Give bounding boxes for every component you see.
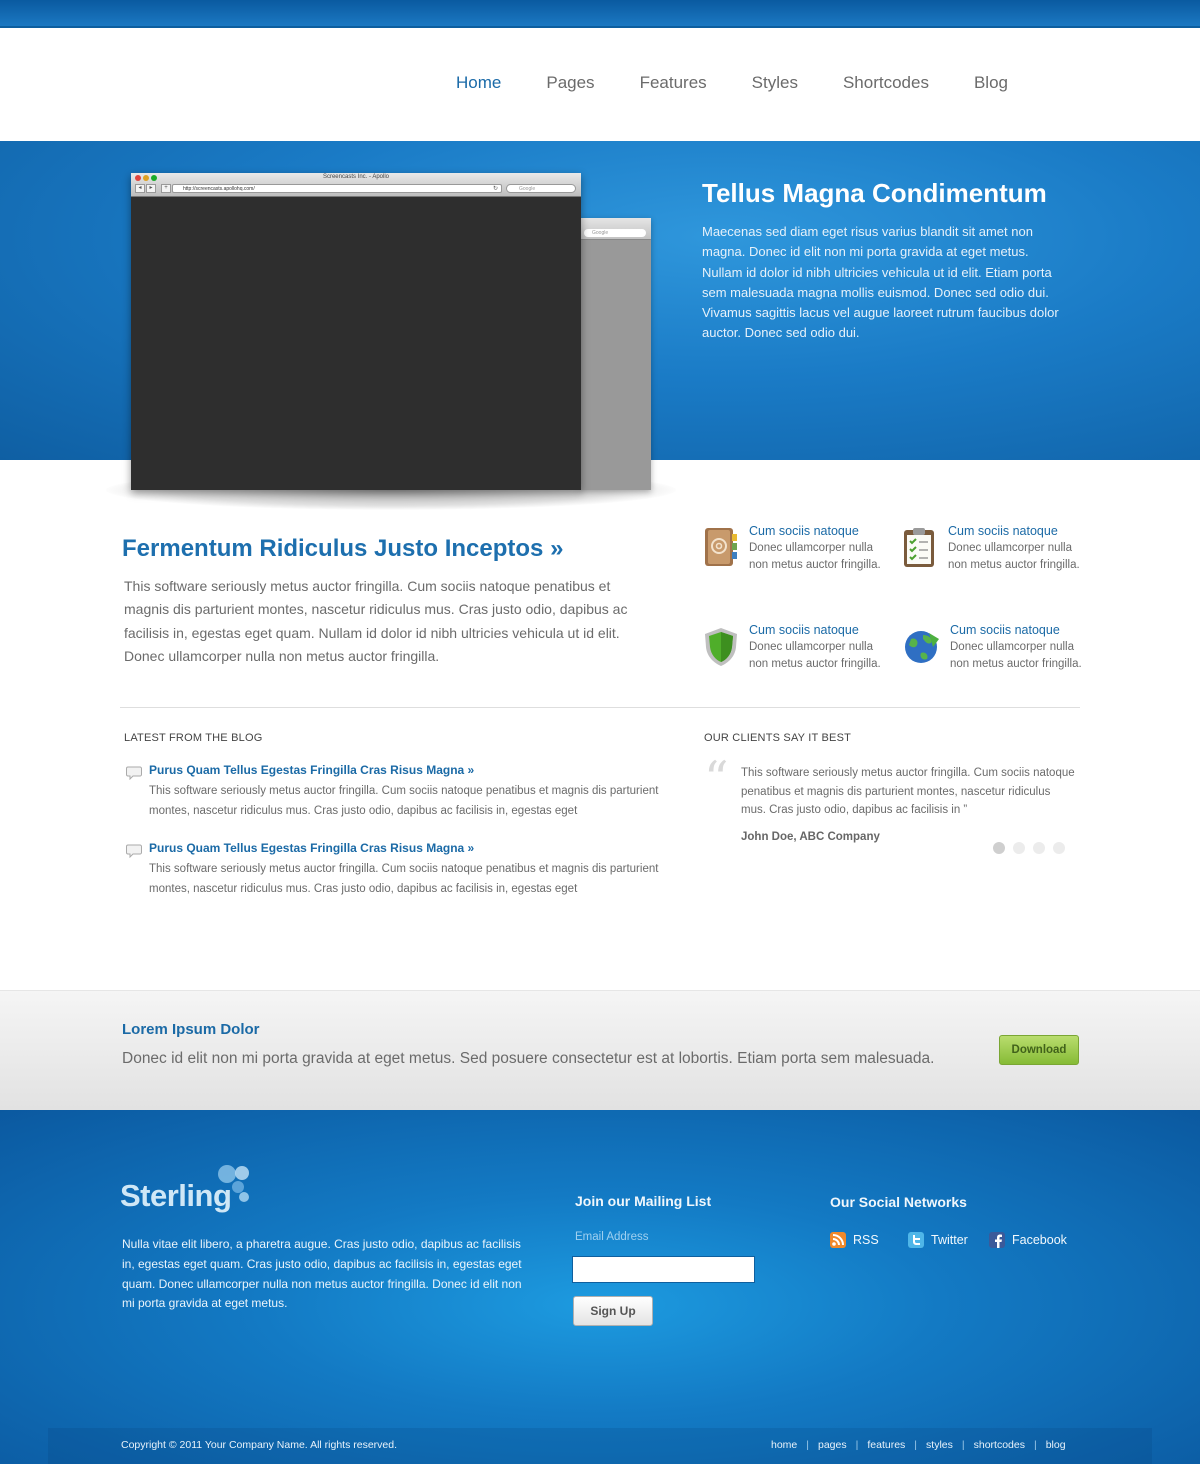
footer-link-blog[interactable]: blog — [1046, 1439, 1066, 1451]
shield-icon — [705, 628, 737, 666]
link-separator: | — [1033, 1439, 1037, 1451]
blog-post-excerpt: This software seriously metus auctor fri… — [149, 863, 659, 895]
pager-dot[interactable] — [1033, 842, 1045, 854]
link-separator: | — [961, 1439, 965, 1451]
link-separator: | — [855, 1439, 859, 1451]
pager-dot[interactable] — [1053, 842, 1065, 854]
footer-about-text: Nulla vitae elit libero, a pharetra augu… — [122, 1237, 522, 1311]
testimonial-pager — [993, 842, 1073, 854]
comment-icon — [126, 844, 142, 858]
quote-mark-icon: “ — [704, 751, 729, 807]
social-label: RSS — [853, 1233, 879, 1247]
footer-link-features[interactable]: features — [867, 1439, 905, 1451]
email-input[interactable] — [572, 1256, 755, 1283]
reload-icon: ↻ — [492, 186, 498, 192]
blog-post-title[interactable]: Purus Quam Tellus Egestas Fringilla Cras… — [149, 763, 474, 777]
footer-link-home[interactable]: home — [771, 1439, 797, 1451]
browser-chrome: Screencasts Inc. - Apollo ◂ ▸ + http://s… — [131, 173, 581, 197]
feature-item-text: Donec ullamcorper nulla non metus auctor… — [749, 641, 881, 670]
email-label: Email Address — [575, 1231, 649, 1243]
sign-up-button[interactable]: Sign Up — [573, 1296, 653, 1326]
social-networks-title: Our Social Networks — [830, 1194, 967, 1210]
forward-arrow-icon: ▸ — [146, 184, 156, 193]
feature-item-title[interactable]: Cum sociis natoque — [948, 524, 1058, 538]
nav-features[interactable]: Features — [640, 73, 707, 93]
testimonial-text: This software seriously metus auctor fri… — [741, 767, 1075, 817]
footer-link-pages[interactable]: pages — [818, 1439, 847, 1451]
feature-item-title[interactable]: Cum sociis natoque — [950, 623, 1060, 637]
pager-dot[interactable] — [1013, 842, 1025, 854]
nav-home[interactable]: Home — [456, 73, 501, 93]
footer-link-styles[interactable]: styles — [926, 1439, 953, 1451]
callout-text: Donec id elit non mi porta gravida at eg… — [122, 1050, 935, 1067]
feature-title-link[interactable]: Fermentum Ridiculus Justo Inceptos » — [122, 535, 563, 563]
blog-post-title[interactable]: Purus Quam Tellus Egestas Fringilla Cras… — [149, 841, 474, 855]
download-button[interactable]: Download — [999, 1035, 1079, 1065]
comment-icon — [126, 766, 142, 780]
hero-text: Maecenas sed diam eget risus varius blan… — [702, 224, 1059, 341]
callout-title: Lorem Ipsum Dolor — [122, 1021, 260, 1038]
browser-screenshot-back: Google — [578, 218, 651, 490]
social-link-twitter[interactable]: Twitter — [908, 1232, 968, 1248]
clipboard-icon — [904, 528, 934, 567]
blog-post-excerpt: This software seriously metus auctor fri… — [149, 785, 659, 817]
social-label: Facebook — [1012, 1233, 1067, 1247]
main-nav: Home Pages Features Styles Shortcodes Bl… — [456, 73, 1053, 93]
browser-url-bar: http://screencasts.apollohq.com/ ↻ — [172, 184, 502, 193]
twitter-icon — [908, 1232, 924, 1248]
copyright-text: Copyright © 2011 Your Company Name. All … — [121, 1439, 398, 1451]
rss-icon — [830, 1232, 846, 1248]
bubbles-icon — [218, 1165, 249, 1202]
testimonial-heading: OUR CLIENTS SAY IT BEST — [704, 732, 852, 744]
testimonial-author: John Doe, ABC Company — [741, 831, 880, 843]
nav-pages[interactable]: Pages — [546, 73, 594, 93]
feature-item-text: Donec ullamcorper nulla non metus auctor… — [749, 542, 881, 571]
browser-window-title: Screencasts Inc. - Apollo — [322, 174, 390, 180]
sterling-logo[interactable]: Sterling — [120, 1162, 260, 1222]
browser-back-search: Google — [584, 229, 646, 237]
link-separator: | — [806, 1439, 809, 1451]
social-link-facebook[interactable]: Facebook — [989, 1232, 1067, 1248]
section-divider — [120, 707, 1080, 708]
footer-link-shortcodes[interactable]: shortcodes — [974, 1439, 1025, 1451]
feature-item-title[interactable]: Cum sociis natoque — [749, 524, 859, 538]
address-book-icon — [705, 528, 737, 566]
feature-item-text: Donec ullamcorper nulla non metus auctor… — [950, 641, 1082, 670]
site-header: Home Pages Features Styles Shortcodes Bl… — [0, 28, 1200, 141]
social-link-rss[interactable]: RSS — [830, 1232, 879, 1248]
mailing-list-title: Join our Mailing List — [575, 1193, 712, 1209]
nav-styles[interactable]: Styles — [752, 73, 798, 93]
browser-search-bar: Google — [506, 184, 576, 193]
top-accent-bar — [0, 0, 1200, 28]
nav-shortcodes[interactable]: Shortcodes — [843, 73, 929, 93]
globe-icon — [905, 631, 939, 663]
pager-dot[interactable] — [993, 842, 1005, 854]
link-separator: | — [914, 1439, 918, 1451]
social-label: Twitter — [931, 1233, 968, 1247]
browser-screenshot[interactable]: Screencasts Inc. - Apollo ◂ ▸ + http://s… — [131, 173, 581, 490]
footer-links: home | pages | features | styles | short… — [771, 1439, 1066, 1451]
nav-blog[interactable]: Blog — [974, 73, 1008, 93]
feature-text: This software seriously metus auctor fri… — [124, 578, 628, 664]
hero-title: Tellus Magna Condimentum — [702, 178, 1047, 208]
feature-item-text: Donec ullamcorper nulla non metus auctor… — [948, 542, 1080, 571]
back-arrow-icon: ◂ — [135, 184, 145, 193]
facebook-icon — [989, 1232, 1005, 1248]
browser-url: http://screencasts.apollohq.com/ — [183, 186, 255, 192]
add-tab-icon: + — [161, 184, 171, 193]
feature-item-title[interactable]: Cum sociis natoque — [749, 623, 859, 637]
blog-heading: LATEST FROM THE BLOG — [124, 732, 263, 744]
browser-back-toolbar: Google — [578, 218, 651, 240]
